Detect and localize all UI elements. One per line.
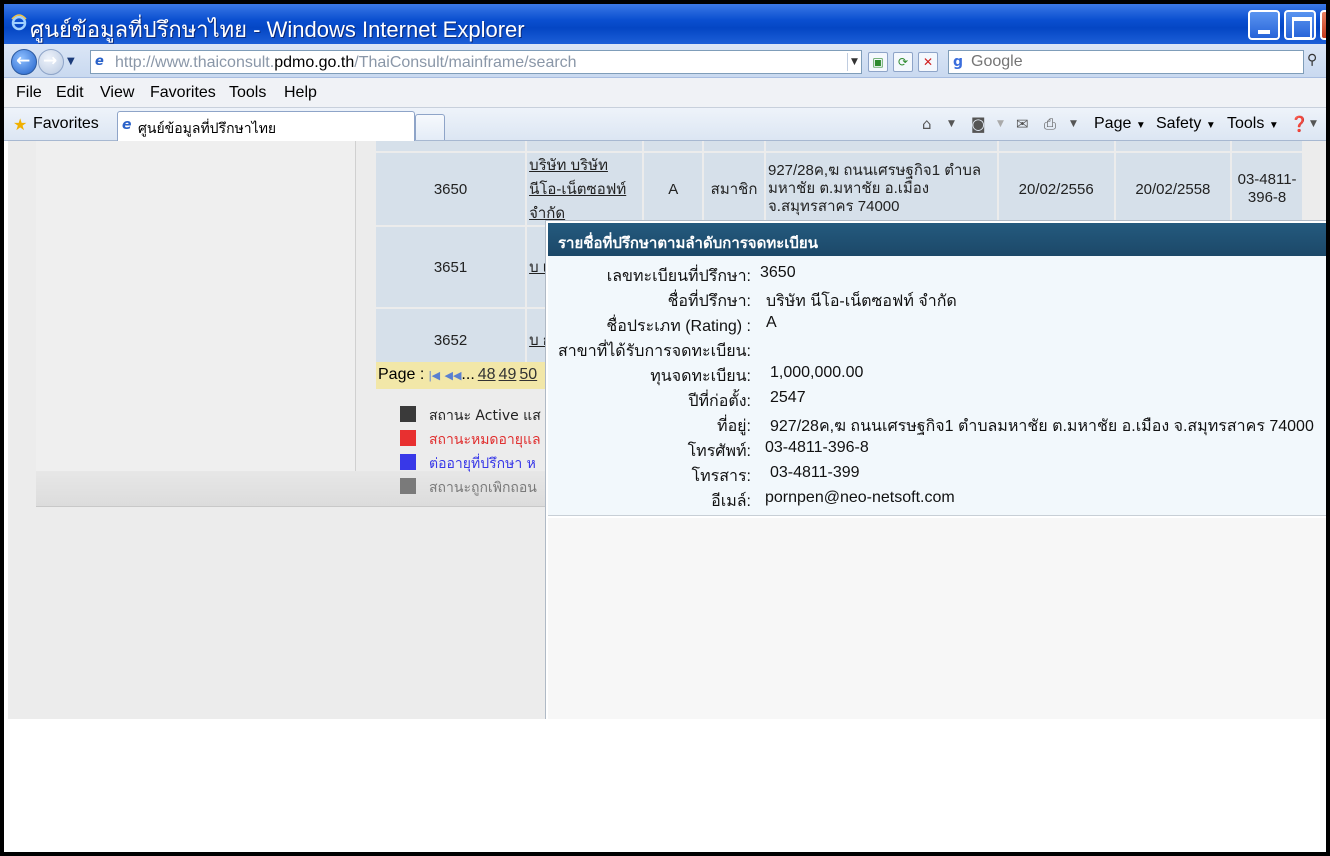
table-row: 3650 บริษัท บริษัท นีโอ-เน็ตซอฟท์ จำกัด … bbox=[376, 153, 1302, 225]
detail-fax: โทรสาร: 03-4811-399 bbox=[691, 464, 860, 485]
tab-label: ศูนย์ข้อมูลที่ปรึกษาไทย bbox=[138, 121, 277, 137]
registration-number-cell: 3651 bbox=[376, 227, 526, 307]
registration-number-cell: 3650 bbox=[376, 153, 526, 225]
print-icon[interactable]: ⎙ bbox=[1044, 115, 1056, 133]
screen-frame: ศูนย์ข้อมูลที่ปรึกษาไทย - Windows Intern… bbox=[0, 0, 1330, 856]
search-icon[interactable]: ⚲ bbox=[1307, 52, 1326, 72]
consultant-name-link[interactable]: บริษัท บริษัท นีโอ-เน็ตซอฟท์ จำกัด bbox=[529, 157, 626, 222]
page-content: 3650 บริษัท บริษัท นีโอ-เน็ตซอฟท์ จำกัด … bbox=[8, 141, 1326, 719]
member-type-cell: สมาชิก bbox=[704, 153, 764, 225]
legend-swatch bbox=[400, 406, 416, 422]
safety-menu-button[interactable]: Safety ▼ bbox=[1156, 115, 1216, 133]
favorites-bar: ★ Favorites e ศูนย์ข้อมูลที่ปรึกษาไทย ⌂ … bbox=[4, 108, 1326, 141]
window-title: ศูนย์ข้อมูลที่ปรึกษาไทย - Windows Intern… bbox=[30, 17, 525, 42]
phone-cell: 03-4811-396-8 bbox=[1232, 153, 1302, 225]
pagination: Page : |◀ ◀◀... 48 49 50 bbox=[376, 362, 556, 389]
pager-label: Page : bbox=[378, 366, 425, 383]
address-field[interactable]: e http://www.thaiconsult.pdmo.go.th/Thai… bbox=[90, 50, 862, 74]
page-link[interactable]: 48 bbox=[478, 366, 496, 383]
tab-page-icon: e bbox=[122, 117, 132, 133]
help-icon[interactable]: ❓ bbox=[1290, 115, 1309, 133]
address-dropdown-icon[interactable]: ▼ bbox=[847, 53, 861, 71]
menu-edit[interactable]: Edit bbox=[56, 84, 84, 102]
address-toolbar: ▼ e http://www.thaiconsult.pdmo.go.th/Th… bbox=[4, 44, 1326, 78]
menu-view[interactable]: View bbox=[100, 84, 134, 102]
address-cell: 927/28ค,ฆ ถนนเศรษฐกิจ1 ตำบลมหาชัย ต.มหาช… bbox=[765, 153, 997, 225]
maximize-button[interactable] bbox=[1284, 10, 1316, 40]
rating-cell: A bbox=[644, 153, 703, 225]
ie-logo-icon bbox=[10, 13, 28, 31]
first-page-icon[interactable]: |◀ bbox=[429, 370, 440, 382]
page-menu-button[interactable]: Page ▼ bbox=[1094, 115, 1146, 133]
feeds-dropdown-icon[interactable]: ▼ bbox=[997, 119, 1004, 129]
detail-address: ที่อยู่: 927/28ค,ฆ ถนนเศรษฐกิจ1 ตำบลมหาชั… bbox=[717, 418, 1314, 435]
search-box[interactable]: g bbox=[948, 50, 1304, 74]
google-icon: g bbox=[953, 54, 964, 70]
menu-favorites[interactable]: Favorites bbox=[150, 84, 216, 102]
menu-bar: File Edit View Favorites Tools Help bbox=[4, 78, 1326, 108]
prev-page-icon[interactable]: ◀◀ bbox=[445, 370, 462, 382]
detail-email: อีเมล์: pornpen@neo-netsoft.com bbox=[711, 489, 955, 510]
table-row-partial bbox=[376, 141, 1302, 151]
help-dropdown-icon[interactable]: ▼ bbox=[1310, 119, 1317, 129]
legend-swatch bbox=[400, 430, 416, 446]
detail-registered-branch: สาขาที่ได้รับการจดทะเบียน: bbox=[558, 343, 751, 360]
detail-rating: ชื่อประเภท (Rating) :A bbox=[606, 314, 777, 335]
new-tab-button[interactable] bbox=[415, 114, 445, 140]
tab-active[interactable]: e ศูนย์ข้อมูลที่ปรึกษาไทย bbox=[117, 111, 415, 141]
popup-title: รายชื่อที่ปรึกษาตามลำดับการจดทะเบียน bbox=[548, 223, 1326, 256]
menu-help[interactable]: Help bbox=[284, 84, 317, 102]
tools-menu-button[interactable]: Tools ▼ bbox=[1227, 115, 1279, 133]
menu-tools[interactable]: Tools bbox=[229, 84, 266, 102]
feeds-icon[interactable]: ◙ bbox=[971, 115, 986, 133]
page-link[interactable]: 49 bbox=[499, 366, 517, 383]
stop-icon[interactable]: ✕ bbox=[918, 52, 938, 72]
legend-swatch bbox=[400, 478, 416, 494]
detail-phone: โทรศัพท์: 03-4811-396-8 bbox=[687, 439, 869, 460]
close-button[interactable] bbox=[1320, 10, 1326, 40]
mail-icon[interactable]: ✉ bbox=[1016, 115, 1029, 133]
home-icon[interactable]: ⌂ bbox=[922, 115, 932, 133]
popup-details: เลขทะเบียนที่ปรึกษา: 3650 ชื่อที่ปรึกษา: บ… bbox=[548, 256, 1326, 516]
favorites-button[interactable]: Favorites bbox=[33, 115, 99, 133]
forward-button[interactable] bbox=[38, 49, 64, 75]
detail-consultant-name: ชื่อที่ปรึกษา: บริษัท นีโอ-เน็ตซอฟท์ จำกั… bbox=[667, 293, 957, 310]
recent-pages-dropdown-icon[interactable]: ▼ bbox=[67, 56, 75, 67]
back-button[interactable] bbox=[11, 49, 37, 75]
search-input[interactable] bbox=[971, 52, 1291, 72]
consultant-name-cell: บริษัท บริษัท นีโอ-เน็ตซอฟท์ จำกัด bbox=[527, 153, 643, 225]
legend-swatch bbox=[400, 454, 416, 470]
detail-year-founded: ปีที่ก่อตั้ง: 2547 bbox=[688, 389, 806, 410]
print-dropdown-icon[interactable]: ▼ bbox=[1070, 119, 1077, 129]
minimize-button[interactable] bbox=[1248, 10, 1280, 40]
favorites-star-icon[interactable]: ★ bbox=[13, 115, 27, 134]
refresh-icon[interactable]: ⟳ bbox=[893, 52, 913, 72]
consultant-detail-popup: รายชื่อที่ปรึกษาตามลำดับการจดทะเบียน เลข… bbox=[545, 220, 1326, 719]
detail-registration-number: เลขทะเบียนที่ปรึกษา: 3650 bbox=[606, 264, 796, 285]
date-start-cell: 20/02/2556 bbox=[998, 153, 1114, 225]
title-bar: ศูนย์ข้อมูลที่ปรึกษาไทย - Windows Intern… bbox=[4, 4, 1326, 44]
page-link[interactable]: 50 bbox=[519, 366, 537, 383]
browser-window: ศูนย์ข้อมูลที่ปรึกษาไทย - Windows Intern… bbox=[4, 4, 1326, 852]
page-icon: e bbox=[95, 54, 104, 69]
compatibility-view-icon[interactable]: ▣ bbox=[868, 52, 888, 72]
pager-ellipsis: ... bbox=[461, 366, 475, 383]
menu-file[interactable]: File bbox=[16, 84, 42, 102]
date-end-cell: 20/02/2558 bbox=[1115, 153, 1231, 225]
popup-empty-area bbox=[548, 518, 1326, 719]
url-text[interactable]: http://www.thaiconsult.pdmo.go.th/ThaiCo… bbox=[115, 54, 577, 72]
home-dropdown-icon[interactable]: ▼ bbox=[948, 119, 955, 129]
left-panel bbox=[36, 141, 356, 507]
detail-registered-capital: ทุนจดทะเบียน: 1,000,000.00 bbox=[650, 364, 864, 385]
